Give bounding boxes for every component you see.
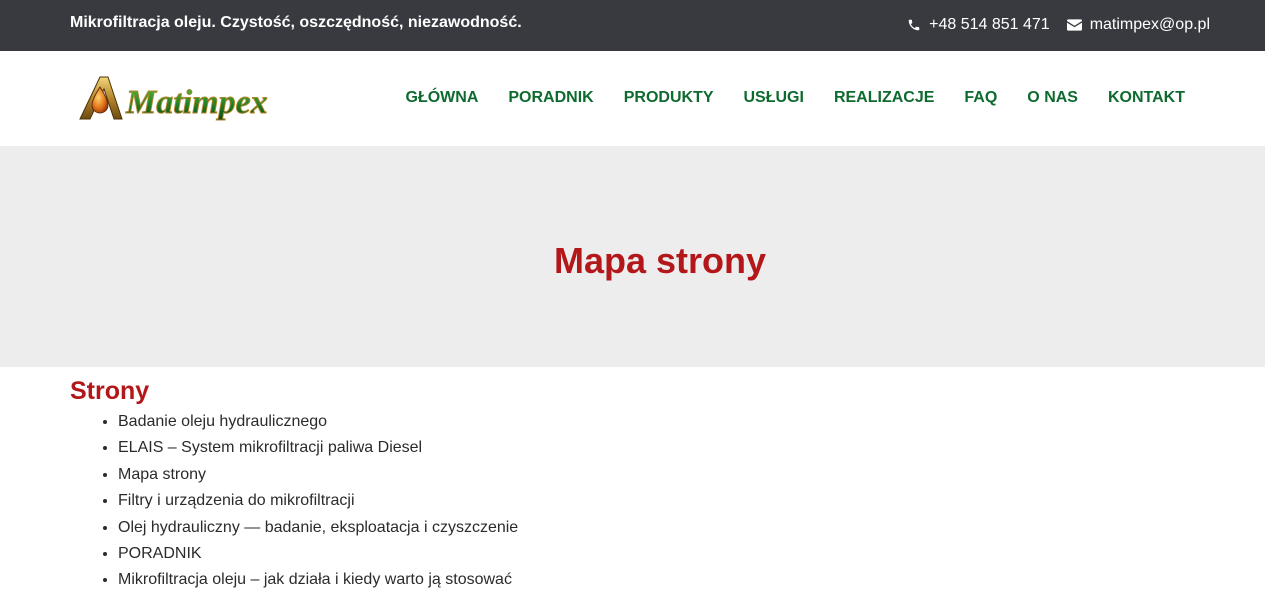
nav-item-produkty[interactable]: PRODUKTY — [624, 88, 714, 108]
contact-info: +48 514 851 471 matimpex@op.pl — [907, 15, 1210, 35]
tagline: Mikrofiltracja oleju. Czystość, oszczędn… — [70, 14, 522, 31]
list-item: PORADNIK — [118, 541, 1190, 567]
main-nav: GŁÓWNA PORADNIK PRODUKTY USŁUGI REALIZAC… — [406, 88, 1186, 108]
page-link[interactable]: Mapa strony — [118, 466, 206, 483]
page-title: Mapa strony — [553, 240, 767, 281]
top-bar: Mikrofiltracja oleju. Czystość, oszczędn… — [0, 0, 1265, 51]
email-address: matimpex@op.pl — [1089, 16, 1210, 33]
site-header: Matimpex GŁÓWNA PORADNIK PRODUKTY USŁUGI… — [0, 51, 1265, 146]
list-item: ELAIS – System mikrofiltracji paliwa Die… — [118, 435, 1190, 461]
nav-item-poradnik[interactable]: PORADNIK — [508, 88, 593, 108]
nav-item-uslugi[interactable]: USŁUGI — [744, 88, 804, 108]
nav-item-realizacje[interactable]: REALIZACJE — [834, 88, 934, 108]
list-item: Badanie oleju hydraulicznego — [118, 409, 1190, 435]
phone-number: +48 514 851 471 — [929, 16, 1050, 33]
nav-item-kontakt[interactable]: KONTAKT — [1108, 88, 1185, 108]
svg-text:Matimpex: Matimpex — [125, 84, 268, 121]
list-item: Mikrofiltracja oleju – jak działa i kied… — [118, 567, 1190, 593]
page-link[interactable]: ELAIS – System mikrofiltracji paliwa Die… — [118, 439, 422, 456]
phone-link[interactable]: +48 514 851 471 — [907, 15, 1050, 35]
page-link[interactable]: Olej hydrauliczny — badanie, eksploatacj… — [118, 519, 518, 536]
page-link[interactable]: PORADNIK — [118, 545, 202, 562]
list-item: Filtry i urządzenia do mikrofiltracji — [118, 488, 1190, 514]
page-hero: Mapa strony — [0, 146, 1265, 367]
page-link[interactable]: Mikrofiltracja oleju – jak działa i kied… — [118, 571, 512, 588]
envelope-icon — [1066, 19, 1082, 31]
section-title: Strony — [70, 377, 150, 405]
nav-item-o-nas[interactable]: O NAS — [1027, 88, 1078, 108]
list-item: Mapa strony — [118, 462, 1190, 488]
nav-item-glowna[interactable]: GŁÓWNA — [406, 88, 479, 108]
page-link[interactable]: Filtry i urządzenia do mikrofiltracji — [118, 492, 355, 509]
email-link[interactable]: matimpex@op.pl — [1066, 15, 1210, 35]
sitemap-content: Strony Badanie oleju hydraulicznego ELAI… — [70, 377, 1190, 594]
page-list: Badanie oleju hydraulicznego ELAIS – Sys… — [70, 409, 1190, 594]
nav-item-faq[interactable]: FAQ — [964, 88, 997, 108]
list-item: Olej hydrauliczny — badanie, eksploatacj… — [118, 515, 1190, 541]
matimpex-logo[interactable]: Matimpex — [78, 73, 288, 125]
phone-icon — [908, 19, 920, 31]
page-link[interactable]: Badanie oleju hydraulicznego — [118, 413, 327, 430]
